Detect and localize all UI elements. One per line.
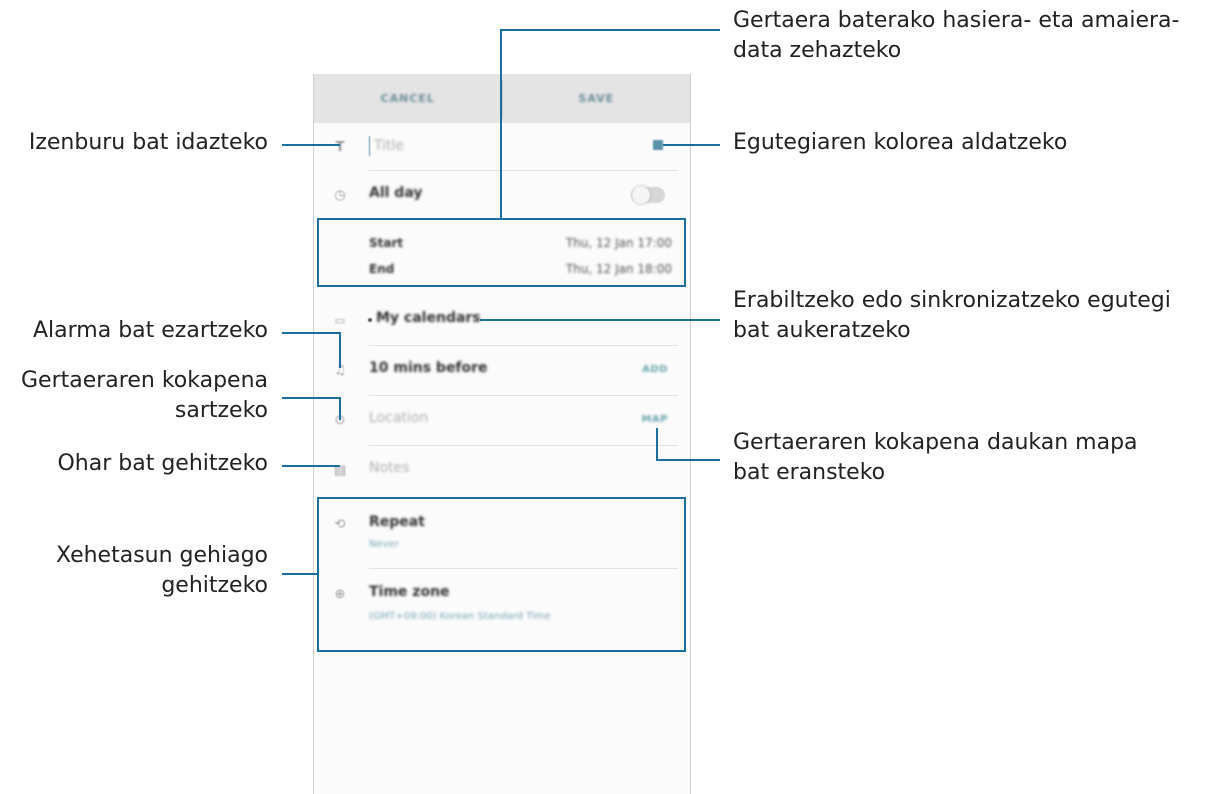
- details-callout-line1: Xehetasun gehiago: [55, 543, 268, 568]
- calendar-callout-line1: Erabiltzeko edo sinkronizatzeko egutegi: [733, 288, 1171, 313]
- map-callout-line2: bat eransteko: [733, 460, 886, 485]
- map-callout: Gertaeraren kokapena daukan mapa bat era…: [733, 428, 1138, 488]
- map-callout-line: [656, 428, 720, 461]
- location-callout-line: [282, 397, 341, 420]
- calendar-callout: Erabiltzeko edo sinkronizatzeko egutegi …: [733, 286, 1171, 346]
- location-callout: Gertaeraren kokapena sartzeko: [21, 366, 268, 426]
- location-callout-line1: Gertaeraren kokapena: [20, 368, 268, 393]
- details-callout-line2: gehitzeko: [161, 573, 268, 598]
- date-range-highlight-box: [317, 218, 686, 287]
- alarm-callout: Alarma bat ezartzeko: [32, 318, 268, 343]
- map-callout-line1: Gertaeraren kokapena daukan mapa: [733, 430, 1138, 455]
- color-callout: Egutegiaren kolorea aldatzeko: [733, 130, 1068, 155]
- date-callout-line1: Gertaera baterako hasiera- eta amaiera-: [733, 8, 1180, 33]
- notes-callout: Ohar bat gehitzeko: [57, 451, 268, 476]
- date-callout: Gertaera baterako hasiera- eta amaiera- …: [733, 6, 1179, 66]
- details-highlight-box: [317, 497, 686, 652]
- calendar-callout-line2: bat aukeratzeko: [733, 318, 911, 343]
- location-callout-line2: sartzeko: [174, 398, 268, 423]
- alarm-callout-line: [282, 332, 341, 368]
- details-callout: Xehetasun gehiago gehitzeko: [56, 541, 268, 601]
- title-callout: Izenburu bat idazteko: [28, 130, 268, 155]
- date-callout-line2: data zehazteko: [733, 38, 902, 63]
- date-callout-line: [500, 29, 720, 219]
